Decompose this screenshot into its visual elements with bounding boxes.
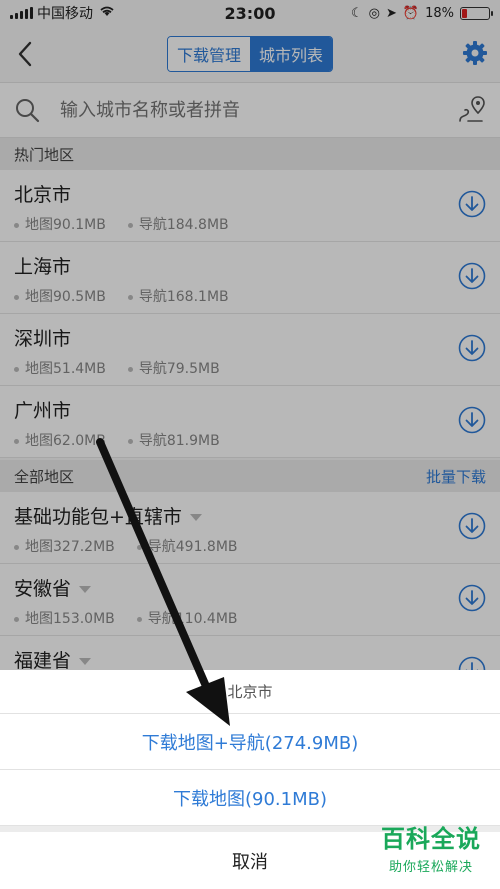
action-sheet-title: 北京市 [0,670,500,714]
watermark-subtitle: 助你轻松解决 [388,860,473,875]
download-map-button[interactable]: 下载地图(90.1MB) [0,770,500,826]
download-map-nav-button[interactable]: 下载地图+导航(274.9MB) [0,714,500,770]
watermark-logo: 百科全说 助你轻松解决 [372,819,490,875]
watermark-title: 百科全说 [381,825,481,853]
